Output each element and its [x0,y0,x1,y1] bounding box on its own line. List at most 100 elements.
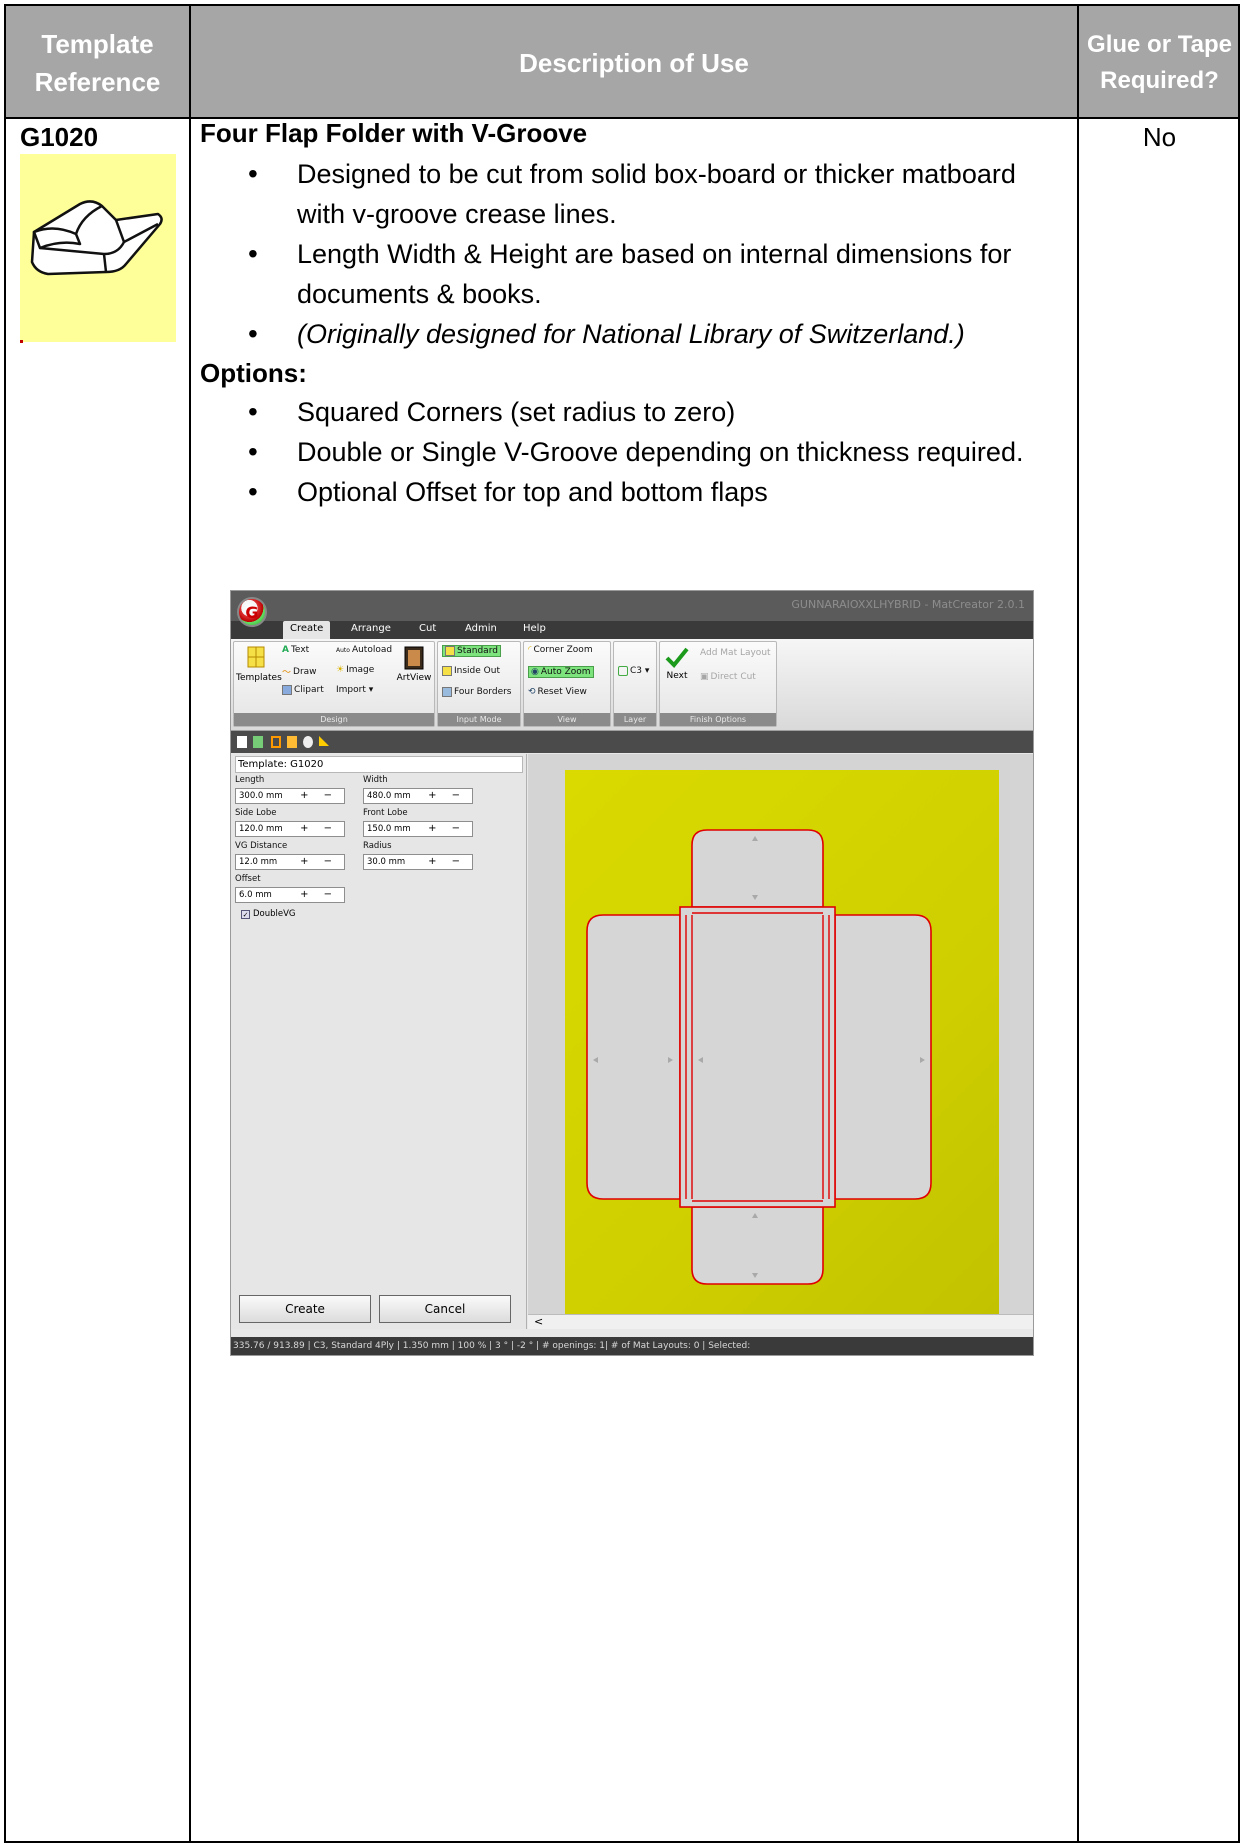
corner-zoom-button[interactable]: ◜ Corner Zoom [528,645,593,655]
import-button[interactable]: Import ▾ [336,685,373,695]
bullet-icon: • [248,476,258,507]
menu-cut[interactable]: Cut [419,623,436,634]
header-glue-required: Glue or Tape Required? [1087,30,1232,94]
radius-stepper[interactable]: + − [428,855,466,869]
template-title: Four Flap Folder with V-Groove [200,118,588,148]
ribbon: Templates A Text Auto Autoload 〜 Draw ☀ Imag… [231,639,1033,731]
direct-cut-icon: ▣ [700,672,709,682]
ribbon-group-finish: Next Add Mat Layout ▣ Direct Cut Finish O… [659,641,777,727]
offset-label: Offset [235,874,261,884]
design-canvas[interactable]: < [528,754,1033,1329]
status-bar: 335.76 / 913.89 | C3, Standard 4Ply | 1.… [231,1337,1033,1355]
next-button[interactable]: Next [662,646,692,681]
image-icon: ☀ [336,665,345,675]
bullet-icon: • [248,238,258,269]
radius-label: Radius [363,841,392,851]
base-panel [679,906,836,1208]
artview-icon [404,646,424,670]
vg-distance-label: VG Distance [235,841,288,851]
front-lobe-stepper[interactable]: + − [428,822,466,836]
ribbon-group-input-mode: Standard Inside Out Four Borders Input M… [437,641,521,727]
standard-button[interactable]: Standard [442,645,501,657]
side-lobe-field[interactable]: 120.0 mm + − [235,821,345,837]
template-properties-panel: Template: G1020 Length 300.0 mm + − Width… [231,754,527,1329]
direct-cut-button[interactable]: ▣ Direct Cut [700,672,756,682]
header-template-reference: Template Reference [34,28,161,97]
checkmark-icon [665,647,689,668]
templates-button[interactable]: Templates [236,646,282,683]
bullet-icon: • [248,158,258,189]
checkbox-checked-icon: ✓ [241,909,250,919]
artview-button[interactable]: ArtView [394,646,434,683]
template-name: Template: G1020 [235,756,523,773]
length-label: Length [235,775,265,785]
group-caption: Finish Options [660,713,776,726]
rectangle-icon[interactable] [271,736,281,748]
folder-sketch-icon [30,200,163,276]
list-item: • (Originally designed for National Libra… [200,314,1060,354]
layers-icon[interactable] [253,736,263,748]
group-caption: Design [234,713,434,726]
cancel-button[interactable]: Cancel [379,1295,511,1323]
auto-zoom-icon: ◉ [531,667,539,677]
template-code: G1020 [20,122,99,152]
matcreator-screenshot: GUNNARAIOXXLHYBRID - MatCreator 2.0.1 G … [230,590,1034,1356]
glue-required-value: No [1142,122,1177,152]
image-button[interactable]: ☀ Image [336,665,374,675]
front-lobe-field[interactable]: 150.0 mm + − [363,821,473,837]
new-file-icon[interactable] [237,736,247,748]
menu-admin[interactable]: Admin [465,623,497,634]
inside-out-icon [442,666,452,676]
vg-distance-field[interactable]: 12.0 mm + − [235,854,345,870]
text-icon: A [282,645,289,655]
four-borders-icon [442,687,452,697]
list-item: • Squared Corners (set radius to zero) [200,392,1060,432]
menu-arrange[interactable]: Arrange [351,623,391,634]
side-lobe-label: Side Lobe [235,808,277,818]
list-item: • Designed to be cut from solid box-board… [200,154,1060,234]
vg-distance-stepper[interactable]: + − [300,855,338,869]
draw-button[interactable]: 〜 Draw [282,665,317,679]
ribbon-group-layer: C3 ▾ Layer [613,641,657,727]
list-item: • Length Width & Height are based on inte… [200,234,1060,314]
reset-view-button[interactable]: ⟲ Reset View [528,687,587,697]
offset-field[interactable]: 6.0 mm + − [235,887,345,903]
bullet-icon: • [248,436,258,467]
scroll-left-icon[interactable]: < [534,1315,543,1328]
options-heading: Options: [200,358,307,388]
circle-icon[interactable] [303,736,313,748]
add-mat-layout-button[interactable]: Add Mat Layout [700,648,771,658]
frame-icon[interactable] [287,736,297,748]
clipart-button[interactable]: Clipart [282,685,324,695]
text-button[interactable]: A Text [282,645,309,655]
right-lobe [834,914,932,1200]
double-vg-checkbox[interactable]: ✓ DoubleVG [241,909,296,919]
triangle-icon[interactable] [319,736,329,746]
create-button[interactable]: Create [239,1295,371,1323]
group-caption: Layer [614,713,656,726]
side-lobe-stepper[interactable]: + − [300,822,338,836]
tool-strip [231,731,1033,753]
menu-create[interactable]: Create [283,621,331,639]
width-field[interactable]: 480.0 mm + − [363,788,473,804]
column-divider [1077,6,1079,1841]
header-description: Description of Use [519,47,749,78]
autoload-button[interactable]: Auto Autoload [336,645,392,655]
offset-stepper[interactable]: + − [300,888,338,902]
width-stepper[interactable]: + − [428,789,466,803]
template-thumbnail [20,154,176,342]
inside-out-button[interactable]: Inside Out [442,666,500,676]
length-stepper[interactable]: + − [300,789,338,803]
horizontal-scrollbar[interactable]: < [528,1314,1033,1329]
layer-icon [618,666,628,676]
auto-zoom-button[interactable]: ◉ Auto Zoom [528,666,594,678]
four-borders-button[interactable]: Four Borders [442,687,512,697]
radius-field[interactable]: 30.0 mm + − [363,854,473,870]
layer-select[interactable]: C3 ▾ [618,666,649,676]
front-lobe-label: Front Lobe [363,808,408,818]
group-caption: Input Mode [438,713,520,726]
menu-help[interactable]: Help [523,623,546,634]
ribbon-group-design: Templates A Text Auto Autoload 〜 Draw ☀ Imag… [233,641,435,727]
length-field[interactable]: 300.0 mm + − [235,788,345,804]
app-logo-icon[interactable]: G [237,597,267,627]
